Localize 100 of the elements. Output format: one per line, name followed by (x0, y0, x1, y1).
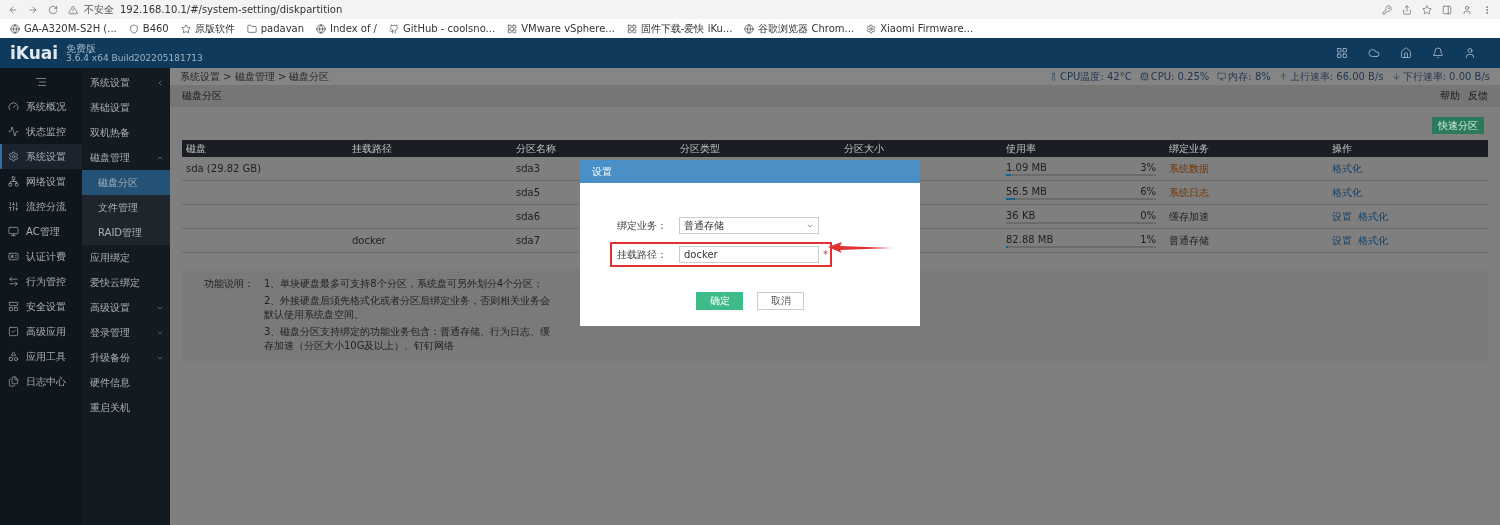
column-header: 分区类型 (676, 140, 840, 157)
sidebar-item[interactable]: 流控分流 (0, 194, 82, 219)
cancel-button[interactable]: 取消 (757, 292, 804, 310)
url-field[interactable]: 192.168.10.1/#/system-setting/diskpartition (120, 4, 343, 15)
note-text: 3、磁盘分区支持绑定的功能业务包含：普通存储、行为日志、缓存加速（分区大小10G及以上）、钉钉网络 (264, 325, 552, 353)
bookmark-link[interactable]: 谷歌浏览器 Chrom... (758, 21, 855, 36)
help-link[interactable]: 帮助 (1440, 89, 1460, 103)
bookmark-link[interactable]: padavan (260, 23, 305, 34)
table-cell: sda7 (516, 235, 541, 246)
sidebar-item[interactable]: 行为管控 (0, 269, 82, 294)
sidebar-item[interactable]: AC管理 (0, 219, 82, 244)
key-icon[interactable] (1382, 4, 1392, 15)
stat-text: 内存: 8% (1228, 69, 1271, 84)
sidebar-item[interactable]: 安全设置 (0, 294, 82, 319)
column-header: 使用率 (1002, 140, 1165, 157)
star-icon[interactable] (1422, 4, 1432, 15)
grid-icon[interactable] (1336, 47, 1348, 59)
network-icon (8, 176, 19, 187)
warning-icon (68, 4, 78, 15)
bookmark-link[interactable]: GitHub - coolsno... (403, 23, 496, 34)
bookmark-link[interactable]: Index of / (330, 23, 377, 34)
shapes-icon (8, 351, 19, 362)
globe-icon (10, 23, 20, 34)
sidebar-item[interactable]: 系统概况 (0, 94, 82, 119)
submenu-item[interactable]: 升级备份 (82, 345, 170, 370)
arrows-icon (8, 276, 19, 287)
submenu-item[interactable]: 高级设置 (82, 295, 170, 320)
upload-icon (1278, 72, 1288, 81)
submenu-item[interactable]: 重启关机 (82, 395, 170, 420)
bookmark-link[interactable]: Xiaomi Firmware... (880, 23, 974, 34)
service-label: 普通存储 (1169, 233, 1209, 248)
submenu-item[interactable]: 登录管理 (82, 320, 170, 345)
version-label: 3.6.4 x64 Build202205181713 (66, 53, 203, 64)
column-header: 绑定业务 (1165, 140, 1328, 157)
table-cell: sda3 (516, 163, 541, 174)
bookmark-link[interactable]: 原版软件 (194, 21, 235, 36)
service-label: 系统数据 (1169, 161, 1209, 176)
column-header: 磁盘 (182, 140, 348, 157)
quick-partition-button[interactable]: 快速分区 (1432, 117, 1484, 134)
percent-text: 3% (1140, 161, 1156, 173)
sidebar-item[interactable]: 系统设置 (0, 144, 82, 169)
gauge-icon (8, 101, 19, 112)
submenu-item[interactable]: 磁盘管理 (82, 145, 170, 170)
profile-icon[interactable] (1462, 4, 1472, 15)
sidebar-item[interactable]: 日志中心 (0, 369, 82, 394)
activity-icon (8, 126, 19, 137)
submenu-item[interactable]: RAID管理 (82, 220, 170, 245)
cloud-icon[interactable] (1368, 47, 1380, 59)
home-icon[interactable] (1400, 47, 1412, 59)
submenu-item[interactable]: 应用绑定 (82, 245, 170, 270)
column-header: 操作 (1328, 140, 1488, 157)
service-label: 系统日志 (1169, 185, 1209, 200)
submenu-item[interactable]: 文件管理 (82, 195, 170, 220)
share-icon[interactable] (1402, 4, 1412, 15)
bell-icon[interactable] (1432, 47, 1444, 59)
github-icon (389, 23, 399, 34)
stat-text: 下行速率: 0.00 B/s (1402, 69, 1490, 84)
column-header: 分区大小 (840, 140, 1002, 157)
breadcrumb: 系统设置 > 磁盘管理 > 磁盘分区 (180, 69, 330, 84)
submenu-title[interactable]: 系统设置 (82, 70, 170, 95)
submenu-item[interactable]: 磁盘分区 (82, 170, 170, 195)
usage-text: 56.5 MB (1006, 185, 1047, 197)
bookmark-link[interactable]: GA-A320M-S2H (... (24, 23, 117, 34)
star-icon (180, 23, 191, 34)
submenu-item[interactable]: 硬件信息 (82, 370, 170, 395)
edition-label: 免费版 (66, 42, 97, 54)
sidebar-item[interactable]: 应用工具 (0, 344, 82, 369)
back-icon[interactable] (8, 4, 18, 15)
field-label: 绑定业务： (617, 218, 668, 233)
sliders-icon (8, 201, 19, 212)
sidebar-item[interactable]: 网络设置 (0, 169, 82, 194)
security-label[interactable]: 不安全 (84, 2, 114, 17)
collapse-icon[interactable] (35, 76, 47, 88)
input-field[interactable]: docker (679, 246, 819, 263)
id-card-icon (8, 251, 19, 262)
feedback-link[interactable]: 反馈 (1468, 89, 1488, 103)
sidebar-item[interactable]: 认证计费 (0, 244, 82, 269)
percent-text: 1% (1140, 233, 1156, 245)
cpu-icon (1139, 72, 1149, 81)
select-field[interactable]: 普通存储 (679, 217, 819, 234)
column-header: 挂载路径 (348, 140, 512, 157)
bookmark-link[interactable]: 固件下载-爱快 iKu... (640, 21, 733, 36)
reload-icon[interactable] (48, 4, 58, 15)
sidebar-item[interactable]: 高级应用 (0, 319, 82, 344)
user-icon[interactable] (1464, 47, 1476, 59)
sidebar-item[interactable]: 状态监控 (0, 119, 82, 144)
page-title: 磁盘分区 (182, 89, 222, 103)
panel-icon[interactable] (1442, 4, 1452, 15)
globe-icon (744, 23, 755, 34)
logo: iKuai (10, 43, 59, 63)
notes-label: 功能说明： (204, 277, 254, 291)
submenu-item[interactable]: 爱快云绑定 (82, 270, 170, 295)
bookmark-link[interactable]: VMware vSphere... (521, 23, 615, 34)
globe-icon (316, 23, 327, 34)
submenu-item[interactable]: 双机热备 (82, 120, 170, 145)
submenu-item[interactable]: 基础设置 (82, 95, 170, 120)
monitor-icon (1217, 72, 1227, 81)
note-text: 2、外接硬盘后须先格式化或者分区后绑定业务，否则相关业务会默认使用系统盘空间。 (264, 294, 552, 322)
bookmark-link[interactable]: B460 (142, 23, 169, 34)
forward-icon[interactable] (28, 4, 38, 15)
